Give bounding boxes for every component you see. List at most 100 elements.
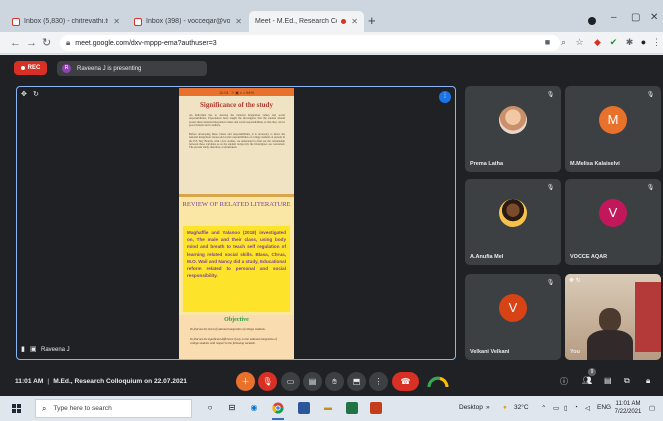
check-extension-icon[interactable]: ✔ — [608, 37, 619, 48]
review-section: REVIEW OF RELATED LITERATURE Maghaffie a… — [179, 197, 294, 315]
slide-status-icons: ≡ ▣ ◐ • 94% — [231, 89, 255, 95]
meeting-info: 11:01 AM | M.Ed., Research Colloquium on 2… — [15, 378, 187, 385]
windows-start-icon[interactable] — [12, 404, 21, 413]
presentation-stage: ✥ ↻ ⁞ 11:01 ≡ ▣ ◐ • 94% Significance of … — [16, 86, 456, 360]
more-options-button[interactable]: ⋮ — [369, 372, 388, 391]
profile-dot-icon[interactable] — [588, 17, 596, 25]
network-icon[interactable]: ▭ — [553, 404, 559, 412]
review-text: Maghaffie and Yalanoo (2018) investigate… — [187, 230, 286, 279]
meet-window: REC R Raveena J is presenting ✥ ↻ ⁞ 11:0… — [0, 55, 663, 396]
refresh-icon[interactable]: ↻ — [33, 90, 39, 98]
camera-toggle-button[interactable]: ▭ — [281, 372, 300, 391]
tab-inbox-2[interactable]: Inbox (398) - vocceqar@vocceq... ✕ — [128, 11, 248, 32]
window-close-icon[interactable]: ✕ — [650, 12, 658, 23]
edge-icon[interactable]: ◉ — [248, 402, 260, 414]
self-view-head — [599, 308, 621, 332]
participant-tile[interactable]: 🎙︎ A.Anufia Mel — [465, 179, 561, 265]
volume-icon[interactable]: ◁ — [585, 404, 590, 412]
show-hidden-icons-icon[interactable]: ⌃ — [541, 404, 546, 412]
info-icon[interactable]: ⓘ — [560, 376, 568, 387]
self-view-tile[interactable]: ✥ ↻ You — [565, 274, 661, 360]
search-placeholder: Type here to search — [53, 405, 112, 412]
close-icon[interactable]: ✕ — [351, 17, 358, 26]
shield-extension-icon[interactable]: ◆ — [592, 37, 603, 48]
self-view-controls-icon[interactable]: ✥ ↻ — [569, 277, 581, 284]
reload-icon[interactable]: ↻ — [42, 35, 51, 51]
significance-paragraph-1: An individual has to develop the nationa… — [189, 114, 285, 127]
raise-hand-button[interactable]: ✋︎ — [325, 372, 344, 391]
wifi-icon[interactable]: ◔ — [574, 404, 578, 411]
clock-date: 7/22/2021 — [614, 409, 642, 415]
leave-call-button[interactable]: ☎︎ — [392, 372, 419, 391]
participant-avatar: V — [499, 294, 527, 323]
meeting-title: M.Ed., Research Colloquium on 22.07.2021 — [53, 378, 187, 385]
battery-icon[interactable]: ▯ — [564, 404, 568, 412]
tab-meet[interactable]: Meet - M.Ed., Research Collo... ✕ — [249, 11, 364, 74]
word-icon[interactable] — [298, 402, 310, 414]
participant-avatar: V — [599, 199, 627, 228]
pin-icon[interactable]: ✥ — [21, 90, 27, 98]
address-text: meet.google.com/dxv-mppp-ema?authuser=3 — [75, 39, 217, 47]
zoom-icon[interactable]: ⌕ — [558, 37, 569, 48]
participant-photo — [499, 199, 527, 228]
chat-icon[interactable]: ▤ — [604, 376, 612, 385]
add-reaction-button[interactable]: ＋ — [236, 372, 255, 391]
participant-name: Velkani Velkani — [470, 349, 510, 355]
activities-icon[interactable]: ⧉ — [624, 376, 630, 386]
participant-name: A.Anufia Mel — [470, 254, 504, 260]
present-screen-button[interactable]: ⬒ — [347, 372, 366, 391]
cortana-icon[interactable]: ○ — [204, 402, 216, 414]
avatar[interactable]: ● — [638, 37, 649, 48]
tab-inbox-1[interactable]: Inbox (5,830) - chitrevathi.tuty@... ✕ — [6, 11, 126, 32]
taskbar-clock[interactable]: 11:01 AM 7/22/2021 — [612, 400, 644, 416]
address-bar[interactable]: 🔒︎ meet.google.com/dxv-mppp-ema?authuser… — [60, 35, 560, 51]
tab-title: Inbox (5,830) - chitrevathi.tuty@... — [24, 18, 108, 25]
recording-badge[interactable]: REC — [14, 61, 47, 75]
close-icon[interactable]: ✕ — [235, 17, 242, 26]
pin-bottom-icon[interactable]: ▮ — [21, 345, 25, 353]
objective-heading: Objective — [224, 317, 249, 323]
camera-icon[interactable]: ■ — [542, 37, 553, 48]
mic-off-icon: 🎙︎ — [546, 92, 555, 98]
bookmark-star-icon[interactable]: ☆ — [574, 37, 585, 48]
taskbar-search[interactable]: ⌕ Type here to search — [35, 399, 192, 418]
meeting-health-icon[interactable] — [426, 371, 450, 391]
gmail-icon — [12, 17, 20, 26]
participant-tile[interactable]: 🎙︎ V Velkani Velkani — [465, 274, 561, 360]
maximize-icon[interactable]: ▢ — [631, 12, 640, 23]
language-indicator[interactable]: ENG — [597, 404, 611, 411]
task-view-icon[interactable]: ⊟ — [226, 402, 238, 414]
menu-icon[interactable]: ⋮ — [651, 37, 662, 48]
lock-icon: 🔒︎ — [66, 38, 71, 47]
rec-label: REC — [27, 65, 41, 71]
people-icon[interactable]: 👥︎ — [582, 376, 592, 385]
forward-icon[interactable]: → — [26, 35, 37, 51]
minimize-icon[interactable]: – — [611, 12, 617, 23]
slide-status-bar: 11:01 ≡ ▣ ◐ • 94% — [179, 88, 294, 96]
excel-icon[interactable] — [346, 402, 358, 414]
participant-name: You — [570, 349, 580, 355]
temperature[interactable]: 32°C — [514, 404, 529, 411]
mic-toggle-button[interactable]: 🎙︎ — [258, 372, 277, 391]
chevron-icon[interactable]: » — [486, 404, 490, 411]
file-explorer-icon[interactable]: ▬ — [322, 402, 334, 414]
participant-tile[interactable]: 🎙︎ M M.Melisa Kalaiselvi — [565, 86, 661, 172]
powerpoint-icon[interactable] — [370, 402, 382, 414]
desktop-toolbar-label[interactable]: Desktop — [459, 404, 483, 411]
chrome-icon[interactable] — [272, 402, 284, 414]
participant-tile[interactable]: 🎙︎ Prema Latha — [465, 86, 561, 172]
mic-off-icon: 🎙︎ — [546, 185, 555, 191]
close-icon[interactable]: ✕ — [113, 17, 120, 26]
back-icon[interactable]: ← — [10, 35, 21, 51]
self-view-body — [587, 330, 633, 360]
weather-icon[interactable]: ● — [503, 404, 507, 411]
objective-section: Objective To find out the level of natio… — [179, 315, 294, 359]
notification-icon[interactable]: ▢ — [649, 404, 655, 412]
new-tab-button[interactable]: + — [368, 13, 376, 29]
captions-button[interactable]: ▤ — [303, 372, 322, 391]
extensions-icon[interactable]: ✱ — [624, 37, 635, 48]
participant-tile[interactable]: 🎙︎ V VOCCE AQAR — [565, 179, 661, 265]
present-icon[interactable]: ▣ — [30, 345, 37, 353]
review-box: Maghaffie and Yalanoo (2018) investigate… — [183, 226, 290, 312]
host-controls-icon[interactable]: 🔒︎ — [646, 376, 650, 386]
